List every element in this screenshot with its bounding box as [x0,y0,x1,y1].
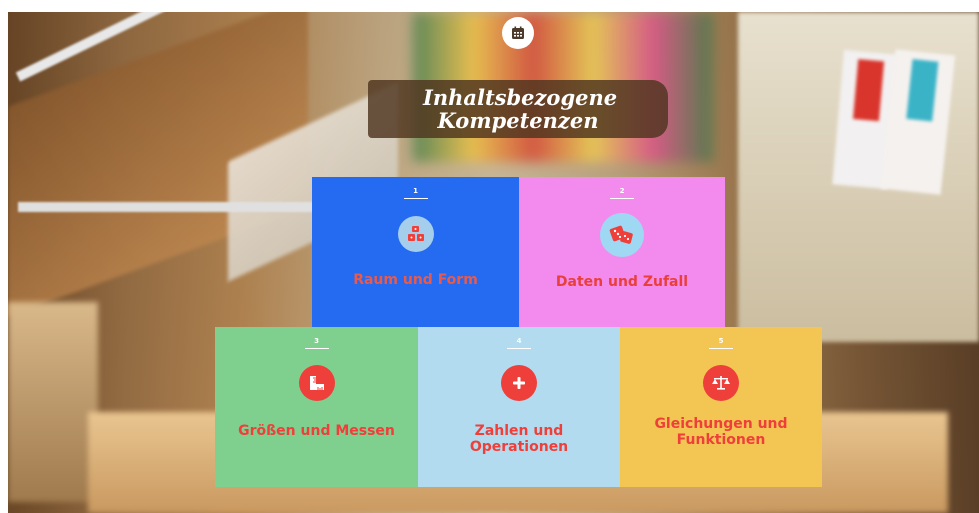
tile-number: 5 [718,337,724,345]
tile-underline [709,348,733,349]
background-railing-lower [18,202,328,212]
tile-underline [507,348,531,349]
title-banner: Inhaltsbezogene Kompetenzen [368,80,668,138]
tile-label: Gleichungen und Funktionen [654,416,788,448]
tile-zahlen-und-operationen[interactable]: 4 Zahlen und Operationen [418,327,620,487]
tile-underline [403,198,428,199]
ruler-icon [298,365,335,401]
background-shelf [8,302,98,502]
tile-label: Größen und Messen [238,423,395,439]
tile-gleichungen-und-funktionen[interactable]: 5 Gleichungen und Funktionen [620,327,822,487]
calendar-icon [502,17,534,49]
tile-label: Zahlen und Operationen [469,423,569,455]
tile-daten-und-zufall[interactable]: 2 Daten und Zufall [519,177,725,327]
tile-underline [304,348,329,349]
scale-icon [703,365,739,401]
page-title: Inhaltsbezogene Kompetenzen [423,85,618,133]
tile-label: Raum und Form [353,272,478,288]
tile-underline [610,198,634,199]
tile-number: 2 [619,187,625,195]
tile-label: Daten und Zufall [555,274,689,290]
tile-number: 1 [413,187,418,195]
cubes-icon [397,216,434,252]
tile-number: 4 [516,337,522,345]
tile-number: 3 [314,337,319,345]
tile-groessen-und-messen[interactable]: 3 Größen und Messen [215,327,418,487]
tile-raum-und-form[interactable]: 1 Raum und Form [312,177,519,327]
plus-icon [501,365,537,401]
dice-icon [600,213,644,257]
